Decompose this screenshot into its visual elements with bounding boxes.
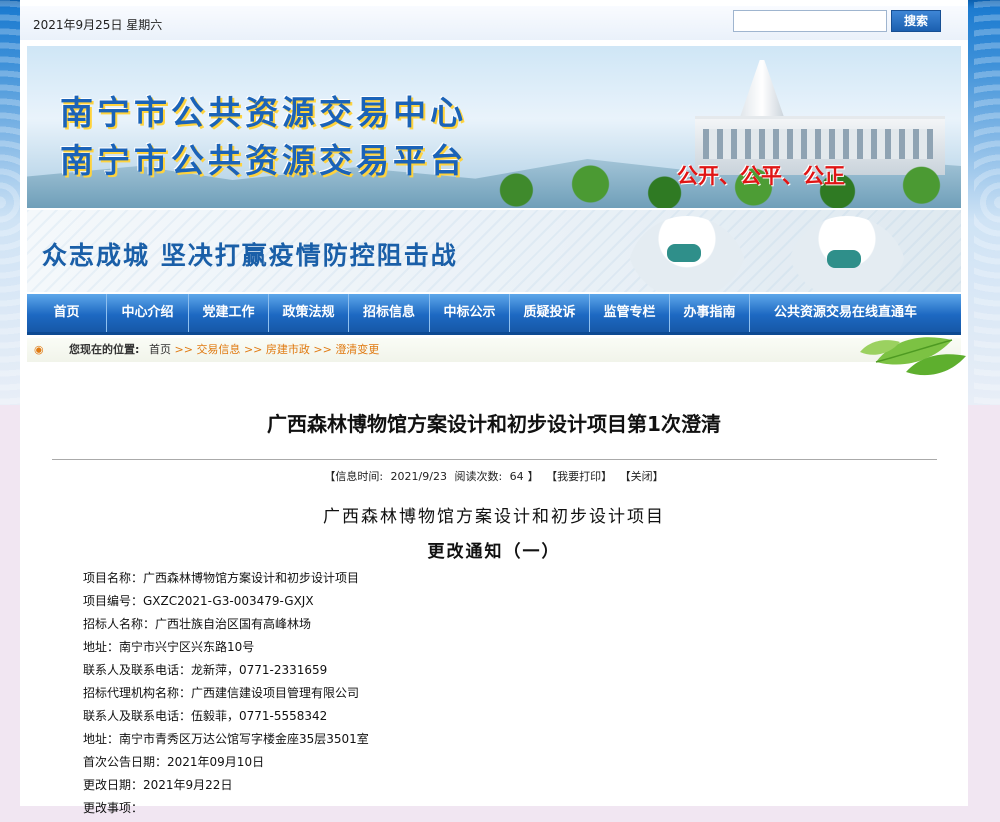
search-input[interactable] [733,10,887,32]
nav-item-home[interactable]: 首页 [27,294,107,332]
detail-agency-contact: 联系人及联系电话：伍毅菲，0771-5558342 [83,709,328,723]
detail-tenderer-name: 招标人名称：广西壮族自治区国有高峰林场 [83,617,312,631]
nav-item-party[interactable]: 党建工作 [189,294,269,332]
breadcrumb-label: 您现在的位置: [69,343,140,356]
detail-tenderer-address: 地址：南宁市兴宁区兴东路10号 [83,640,255,654]
detail-agency-address: 地址：南宁市青秀区万达公馆写字楼金座35层3501室 [83,732,369,746]
epidemic-banner: 众志成城 坚决打赢疫情防控阻击战 [27,210,961,292]
nav-item-about[interactable]: 中心介绍 [107,294,189,332]
article-title: 广西森林博物馆方案设计和初步设计项目第1次澄清 [267,412,721,436]
banner-title-platform: 南宁市公共资源交易平台 [60,141,467,180]
title-divider [52,459,937,460]
banner-slogan: 公开、公平、公正 [677,164,845,188]
banner-tower-image [739,60,785,120]
leaf-decoration-icon [860,337,966,376]
nav-item-award-notice[interactable]: 中标公示 [430,294,510,332]
breadcrumb-separator: >> [174,343,193,356]
breadcrumb-bullet-icon: ◉ [34,343,44,356]
detail-project-number: 项目编号：GXZC2021-G3-003479-GXJX [83,594,314,608]
mask-image [667,244,701,262]
nav-item-complaints[interactable]: 质疑投诉 [510,294,590,332]
nav-item-supervision[interactable]: 监管专栏 [590,294,670,332]
article-meta: 【信息时间: 2021/9/23 阅读次数: 64】 【我要打印】 【关闭】 [20,468,968,484]
epidemic-slogan: 众志成城 坚决打赢疫情防控阻击战 [42,241,458,270]
document-heading: 广西森林博物馆方案设计和初步设计项目 [323,507,665,527]
main-nav: 首页 中心介绍 党建工作 政策法规 招标信息 中标公示 质疑投诉 监管专栏 办事… [27,294,961,335]
meta-reads-value: 64 [509,470,524,483]
nav-item-guide[interactable]: 办事指南 [670,294,750,332]
banner-title-center: 南宁市公共资源交易中心 [60,93,467,132]
nav-item-tender-info[interactable]: 招标信息 [349,294,430,332]
breadcrumb-trade-info-link[interactable]: 交易信息 [196,343,240,356]
meta-time-value: 2021/9/23 [390,470,447,483]
breadcrumb-construction-link[interactable]: 房建市政 [266,343,310,356]
project-details: 项目名称：广西森林博物馆方案设计和初步设计项目 项目编号：GXZC2021-G3… [83,569,943,822]
breadcrumb-separator: >> [243,343,263,356]
breadcrumb-clarification-link[interactable]: 澄清变更 [335,343,379,356]
breadcrumb-home-link[interactable]: 首页 [149,343,171,356]
nav-item-policy[interactable]: 政策法规 [269,294,349,332]
meta-reads-label: 阅读次数: [454,470,503,483]
breadcrumb: ◉ 您现在的位置: 首页 >> 交易信息 >> 房建市政 >> 澄清变更 [27,338,961,362]
meta-close-bracket: 】 [527,470,539,483]
detail-tenderer-contact: 联系人及联系电话：龙新萍，0771-2331659 [83,663,328,677]
header-banner: 南宁市公共资源交易中心 南宁市公共资源交易平台 公开、公平、公正 [27,46,961,208]
detail-change-date: 更改日期：2021年9月22日 [83,778,233,792]
close-link[interactable]: 【关闭】 [620,470,664,483]
breadcrumb-separator: >> [313,343,332,356]
detail-project-name: 项目名称：广西森林博物馆方案设计和初步设计项目 [83,571,360,585]
current-date: 2021年9月25日 星期六 [33,18,163,32]
detail-agency-name: 招标代理机构名称：广西建信建设项目管理有限公司 [83,686,360,700]
nav-item-online-express[interactable]: 公共资源交易在线直通车 [750,294,941,332]
mask-image [827,250,861,268]
detail-first-notice-date: 首次公告日期：2021年09月10日 [83,755,265,769]
detail-change-items: 更改事项： [83,801,144,815]
search-button[interactable]: 搜索 [891,10,941,32]
page-container: 2021年9月25日 星期六 搜索 南宁市公共资源交易中心 南宁市公共资源交易平… [20,0,968,815]
meta-time-label: 【信息时间: [324,470,384,483]
top-bar: 2021年9月25日 星期六 搜索 [20,6,968,40]
print-link[interactable]: 【我要打印】 [546,470,612,483]
document-subheading: 更改通知（一） [427,542,561,562]
